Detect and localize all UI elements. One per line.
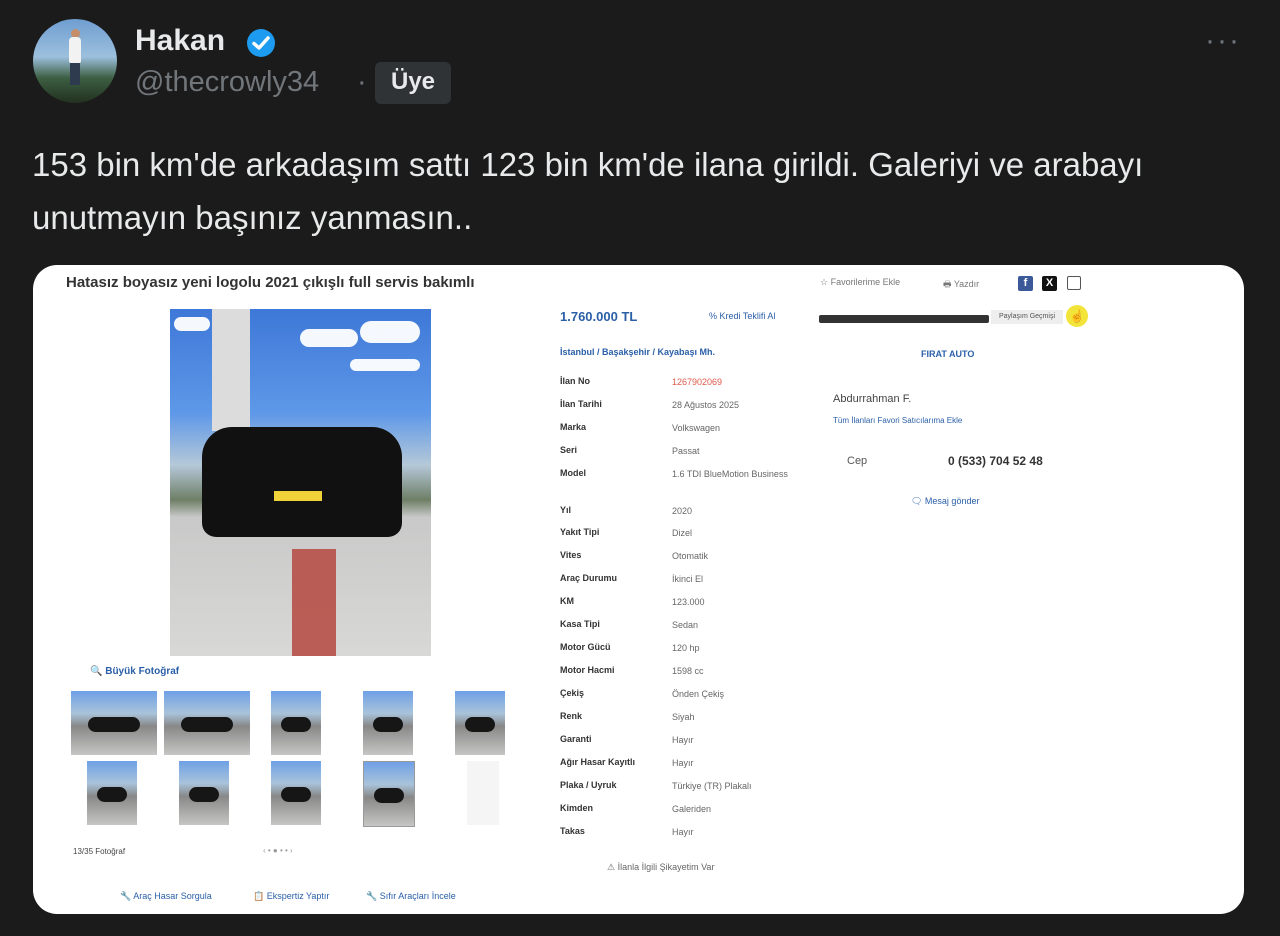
thumbnail[interactable]: [455, 691, 505, 755]
spec-key: KM: [560, 596, 574, 606]
thumbnail[interactable]: [179, 761, 229, 825]
spec-key: Renk: [560, 711, 583, 721]
complaint-link[interactable]: ⚠ İlanla İlgili Şikayetim Var: [607, 862, 714, 873]
thumbnail[interactable]: [363, 691, 413, 755]
seller-name: Abdurrahman F.: [833, 393, 912, 405]
location-breadcrumb[interactable]: İstanbul / Başakşehir / Kayabaşı Mh.: [560, 347, 715, 357]
spec-key: İlan Tarihi: [560, 399, 602, 409]
spec-value: Sedan: [672, 620, 699, 630]
spec-key: Takas: [560, 826, 585, 836]
spec-key: İlan No: [560, 376, 591, 386]
phone-number[interactable]: 0 (533) 704 52 48: [948, 454, 1043, 468]
seller-shop-name[interactable]: FIRAT AUTO: [921, 349, 974, 359]
spec-value: Hayır: [672, 758, 694, 768]
thumbnail[interactable]: [363, 761, 415, 827]
spec-key: Marka: [560, 422, 587, 432]
spec-key: Çekiş: [560, 688, 585, 698]
spec-key: Ağır Hasar Kayıtlı: [560, 757, 636, 767]
spec-key: Kasa Tipi: [560, 619, 600, 629]
print-link[interactable]: 🖶 Yazdır: [943, 277, 979, 293]
spec-value: Volkswagen: [672, 423, 721, 433]
attached-image[interactable]: Hatasız boyasız yeni logolu 2021 çıkışlı…: [33, 265, 1244, 914]
history-button[interactable]: Paylaşım Geçmişi: [991, 310, 1063, 324]
spec-value: 123.000: [672, 597, 705, 607]
avatar[interactable]: [33, 19, 117, 103]
damage-query-link[interactable]: 🔧 Araç Hasar Sorgula: [120, 891, 212, 902]
send-message-link[interactable]: 🗨 Mesaj gönder: [911, 496, 979, 507]
seller-links[interactable]: Tüm İlanları Favori Satıcılarıma Ekle: [833, 416, 962, 425]
main-car-photo[interactable]: [170, 309, 431, 656]
add-favorites-link[interactable]: ☆ Favorilerime Ekle: [820, 277, 900, 288]
photo-pager[interactable]: ‹ • ● • • ›: [263, 846, 293, 855]
avatar-legs: [70, 63, 80, 85]
facebook-icon[interactable]: f: [1018, 276, 1033, 291]
expertise-link[interactable]: 📋 Ekspertiz Yaptır: [253, 891, 329, 902]
separator-dot: ·: [357, 66, 367, 98]
spec-key: Vites: [560, 550, 582, 560]
spec-key: Garanti: [560, 734, 592, 744]
spec-key: Araç Durumu: [560, 573, 618, 583]
new-cars-link[interactable]: 🔧 Sıfır Araçları İncele: [366, 891, 456, 902]
display-name[interactable]: Hakan: [135, 24, 225, 58]
big-photo-link[interactable]: 🔍 Büyük Fotoğraf: [90, 666, 179, 677]
thumbnail[interactable]: [164, 691, 250, 755]
loan-offer-link[interactable]: % Kredi Teklifi Al: [709, 311, 775, 321]
spec-value: Hayır: [672, 827, 694, 837]
phone-label: Cep: [847, 455, 868, 467]
spec-key: Motor Hacmi: [560, 665, 615, 675]
thumbnail[interactable]: [467, 761, 499, 825]
verified-badge-icon: [247, 29, 275, 57]
spec-value: 28 Ağustos 2025: [672, 400, 740, 410]
spec-key: Motor Gücü: [560, 642, 611, 652]
spec-value: Galeriden: [672, 804, 712, 814]
price: 1.760.000 TL: [560, 309, 638, 324]
photo-count: 13/35 Fotoğraf: [73, 847, 126, 856]
spec-key: Yıl: [560, 505, 572, 515]
spec-value: Otomatik: [672, 551, 709, 561]
spec-key: Yakıt Tipi: [560, 527, 600, 537]
pointer-hand-icon: ☝: [1066, 305, 1088, 327]
spec-value: İkinci El: [672, 574, 704, 584]
spec-value: Hayır: [672, 735, 694, 745]
more-options-icon[interactable]: ···: [1205, 24, 1241, 58]
spec-value: 2020: [672, 506, 693, 516]
listing-title: Hatasız boyasız yeni logolu 2021 çıkışlı…: [66, 274, 475, 291]
spec-value: 1.6 TDI BlueMotion Business: [672, 469, 788, 479]
spec-value: Dizel: [672, 528, 693, 538]
spec-key: Plaka / Uyruk: [560, 780, 617, 790]
share-box-icon[interactable]: [1067, 276, 1081, 290]
spec-value: Passat: [672, 446, 700, 456]
spec-key: Model: [560, 468, 586, 478]
thumbnail[interactable]: [87, 761, 137, 825]
spec-value: 1267902069: [672, 377, 723, 387]
x-icon[interactable]: X: [1042, 276, 1057, 291]
avatar-figure: [69, 37, 81, 63]
spec-value: 120 hp: [672, 643, 700, 653]
thumbnail[interactable]: [271, 691, 321, 755]
thumbnail[interactable]: [271, 761, 321, 825]
subscriber-badge[interactable]: Üye: [375, 62, 452, 104]
history-bar: [819, 315, 989, 323]
spec-value: Siyah: [672, 712, 695, 722]
tweet-text: 153 bin km'de arkadaşım sattı 123 bin km…: [32, 146, 1144, 236]
spec-key: Seri: [560, 445, 578, 455]
spec-value: Türkiye (TR) Plakalı: [672, 781, 752, 791]
spec-value: 1598 cc: [672, 666, 704, 676]
spec-key: Kimden: [560, 803, 594, 813]
thumbnail[interactable]: [71, 691, 157, 755]
handle[interactable]: @thecrowly34: [135, 66, 319, 99]
spec-value: Önden Çekiş: [672, 689, 725, 699]
